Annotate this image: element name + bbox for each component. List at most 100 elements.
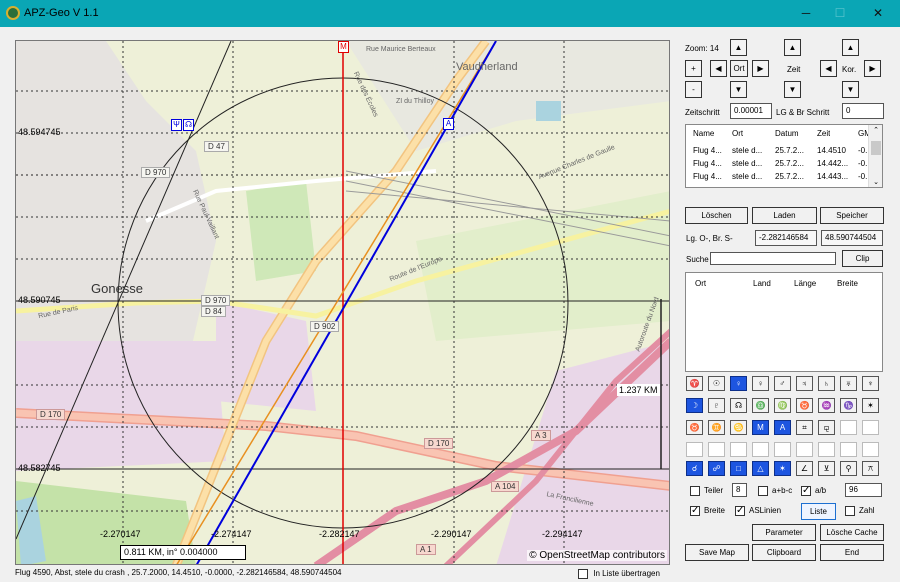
glyph-button-empty[interactable] — [774, 442, 791, 457]
col-header[interactable]: Zeit — [817, 129, 830, 138]
col-header[interactable]: Ort — [732, 129, 743, 138]
glyph-button[interactable]: ♒ — [818, 398, 835, 413]
glyph-button[interactable]: ⚼ — [818, 420, 835, 435]
aspect-button[interactable]: ✶ — [774, 461, 791, 476]
marker-moon[interactable]: ☊ — [183, 119, 194, 131]
speicher-button[interactable]: Speicher — [820, 207, 884, 224]
scroll-down-icon[interactable]: ⌄ — [869, 178, 882, 186]
zeit-down-button[interactable]: ▼ — [784, 81, 801, 98]
places-table[interactable]: Ort Land Länge Breite — [685, 272, 883, 372]
lgbr-input[interactable]: 0 — [842, 103, 884, 119]
zoom-in-button[interactable]: + — [685, 60, 702, 77]
marker-m[interactable]: M — [338, 41, 349, 53]
kor-up-button[interactable]: ▲ — [842, 39, 859, 56]
glyph-button-empty[interactable] — [796, 442, 813, 457]
in-liste-checkbox[interactable]: In Liste übertragen — [578, 569, 660, 579]
glyph-button[interactable]: ⌗ — [796, 420, 813, 435]
aspect-button[interactable]: ⚻ — [862, 461, 879, 476]
clip-button[interactable]: Clip — [842, 250, 883, 267]
glyph-button[interactable]: M — [752, 420, 769, 435]
glyph-button-empty[interactable] — [752, 442, 769, 457]
loesche-cache-button[interactable]: Lösche Cache — [820, 524, 884, 541]
aspect-button[interactable]: ∠ — [796, 461, 813, 476]
map-view[interactable]: M A Ψ ☊ 48.594745 48.590745 48.582745 -2… — [15, 40, 670, 565]
ort-button[interactable]: Ort — [730, 60, 748, 77]
abc-checkbox[interactable] — [758, 486, 768, 496]
scroll-thumb[interactable] — [871, 141, 881, 155]
glyph-button[interactable]: ♑ — [840, 398, 857, 413]
glyph-button[interactable]: ♉ — [686, 420, 703, 435]
aspect-button[interactable]: ☌ — [686, 461, 703, 476]
ab-input[interactable]: 96 — [845, 483, 882, 497]
glyph-button[interactable]: ♋ — [730, 420, 747, 435]
glyph-button-empty[interactable] — [840, 442, 857, 457]
teiler-checkbox[interactable] — [690, 486, 700, 496]
col-header[interactable]: Land — [753, 279, 771, 288]
save-map-button[interactable]: Save Map — [685, 544, 749, 561]
maximize-button[interactable]: ☐ — [830, 5, 850, 21]
col-header[interactable]: Länge — [794, 279, 816, 288]
table-scrollbar[interactable]: ⌃ ⌄ — [868, 125, 882, 187]
glyph-button-empty[interactable] — [686, 442, 703, 457]
zeit-up-button[interactable]: ▲ — [784, 39, 801, 56]
col-header[interactable]: Datum — [775, 129, 799, 138]
parameter-button[interactable]: Parameter — [752, 524, 816, 541]
glyph-button[interactable]: ♉ — [796, 398, 813, 413]
glyph-button[interactable]: ♎ — [752, 398, 769, 413]
glyph-button[interactable]: ♀ — [730, 376, 747, 391]
ort-right-button[interactable]: ▶ — [752, 60, 769, 77]
glyph-button[interactable]: ♀ — [752, 376, 769, 391]
glyph-button-empty[interactable] — [708, 442, 725, 457]
ab-checkbox[interactable] — [801, 485, 811, 496]
aspect-button[interactable]: △ — [752, 461, 769, 476]
col-header[interactable]: Breite — [837, 279, 858, 288]
aspect-button[interactable]: □ — [730, 461, 747, 476]
glyph-button[interactable]: ♄ — [818, 376, 835, 391]
table-row[interactable]: Flug 4... stele d... 25.7.2... 14.443...… — [686, 171, 882, 184]
aspect-button[interactable]: ⊻ — [818, 461, 835, 476]
marker-psi[interactable]: Ψ — [171, 119, 182, 131]
aslinien-checkbox[interactable] — [735, 505, 745, 516]
aspect-button[interactable]: ☍ — [708, 461, 725, 476]
ort-left-button[interactable]: ◀ — [710, 60, 727, 77]
kor-down-button[interactable]: ▼ — [842, 81, 859, 98]
col-header[interactable]: Name — [693, 129, 714, 138]
aspect-button[interactable]: ⚲ — [840, 461, 857, 476]
teiler-input[interactable]: 8 — [732, 483, 747, 497]
table-row[interactable]: Flug 4... stele d... 25.7.2... 14.442...… — [686, 158, 882, 171]
glyph-button[interactable]: ♆ — [862, 376, 879, 391]
br-value[interactable]: 48.590744504 — [821, 230, 883, 246]
kor-left-button[interactable]: ◀ — [820, 60, 837, 77]
scroll-up-icon[interactable]: ⌃ — [869, 126, 882, 134]
end-button[interactable]: End — [820, 544, 884, 561]
glyph-button-empty[interactable] — [840, 420, 857, 435]
search-input[interactable] — [710, 252, 836, 265]
glyph-button[interactable]: ♈ — [686, 376, 703, 391]
col-header[interactable]: Ort — [695, 279, 706, 288]
glyph-button-empty[interactable] — [730, 442, 747, 457]
laden-button[interactable]: Laden — [752, 207, 817, 224]
minimize-button[interactable]: ─ — [796, 5, 816, 21]
glyph-button[interactable]: A — [774, 420, 791, 435]
flights-table[interactable]: Name Ort Datum Zeit GMT Flug 4... stele … — [685, 124, 883, 188]
marker-a[interactable]: A — [443, 118, 454, 130]
liste-button[interactable]: Liste — [801, 503, 836, 520]
ort-up-button[interactable]: ▲ — [730, 39, 747, 56]
glyph-button[interactable]: ♊ — [708, 420, 725, 435]
zahl-checkbox[interactable] — [845, 506, 855, 516]
glyph-button[interactable]: ☽ — [686, 398, 703, 413]
close-button[interactable]: ✕ — [868, 5, 888, 21]
glyph-button-empty[interactable] — [818, 442, 835, 457]
glyph-button[interactable]: ♍ — [774, 398, 791, 413]
zoom-out-button[interactable]: - — [685, 81, 702, 98]
zeitschritt-input[interactable]: 0.00001 — [730, 103, 772, 119]
lg-value[interactable]: -2.282146584 — [755, 230, 817, 246]
glyph-button[interactable]: ☉ — [708, 376, 725, 391]
glyph-button-empty[interactable] — [862, 442, 879, 457]
checkbox-box[interactable] — [578, 569, 588, 579]
glyph-button[interactable]: ♂ — [774, 376, 791, 391]
glyph-button[interactable]: ✶ — [862, 398, 879, 413]
glyph-button[interactable]: ♇ — [708, 398, 725, 413]
glyph-button[interactable]: ♃ — [796, 376, 813, 391]
loeschen-button[interactable]: Löschen — [685, 207, 748, 224]
